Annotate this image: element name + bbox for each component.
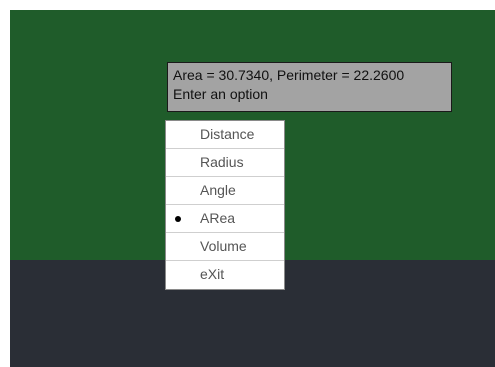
menu-item-area[interactable]: ARea xyxy=(166,205,284,233)
menu-item-angle[interactable]: Angle xyxy=(166,177,284,205)
measure-result-tooltip: Area = 30.7340, Perimeter = 22.2600 Ente… xyxy=(167,62,452,112)
menu-item-label: Angle xyxy=(200,182,236,198)
menu-item-label: Distance xyxy=(200,126,255,142)
menu-item-distance[interactable]: Distance xyxy=(166,121,284,149)
menu-item-label: eXit xyxy=(200,266,225,282)
cad-canvas[interactable]: Area = 30.7340, Perimeter = 22.2600 Ente… xyxy=(10,10,495,367)
menu-item-radius[interactable]: Radius xyxy=(166,149,284,177)
menu-item-label: ARea xyxy=(200,210,236,226)
menu-item-volume[interactable]: Volume xyxy=(166,233,284,261)
menu-item-label: Volume xyxy=(200,238,247,254)
measure-result-text: Area = 30.7340, Perimeter = 22.2600 xyxy=(173,67,405,83)
menu-item-exit[interactable]: eXit xyxy=(166,261,284,289)
selected-bullet-icon xyxy=(175,216,181,222)
menu-item-label: Radius xyxy=(200,154,244,170)
option-menu: Distance Radius Angle ARea Volume eXit xyxy=(165,120,285,290)
option-prompt-text: Enter an option xyxy=(173,86,268,102)
